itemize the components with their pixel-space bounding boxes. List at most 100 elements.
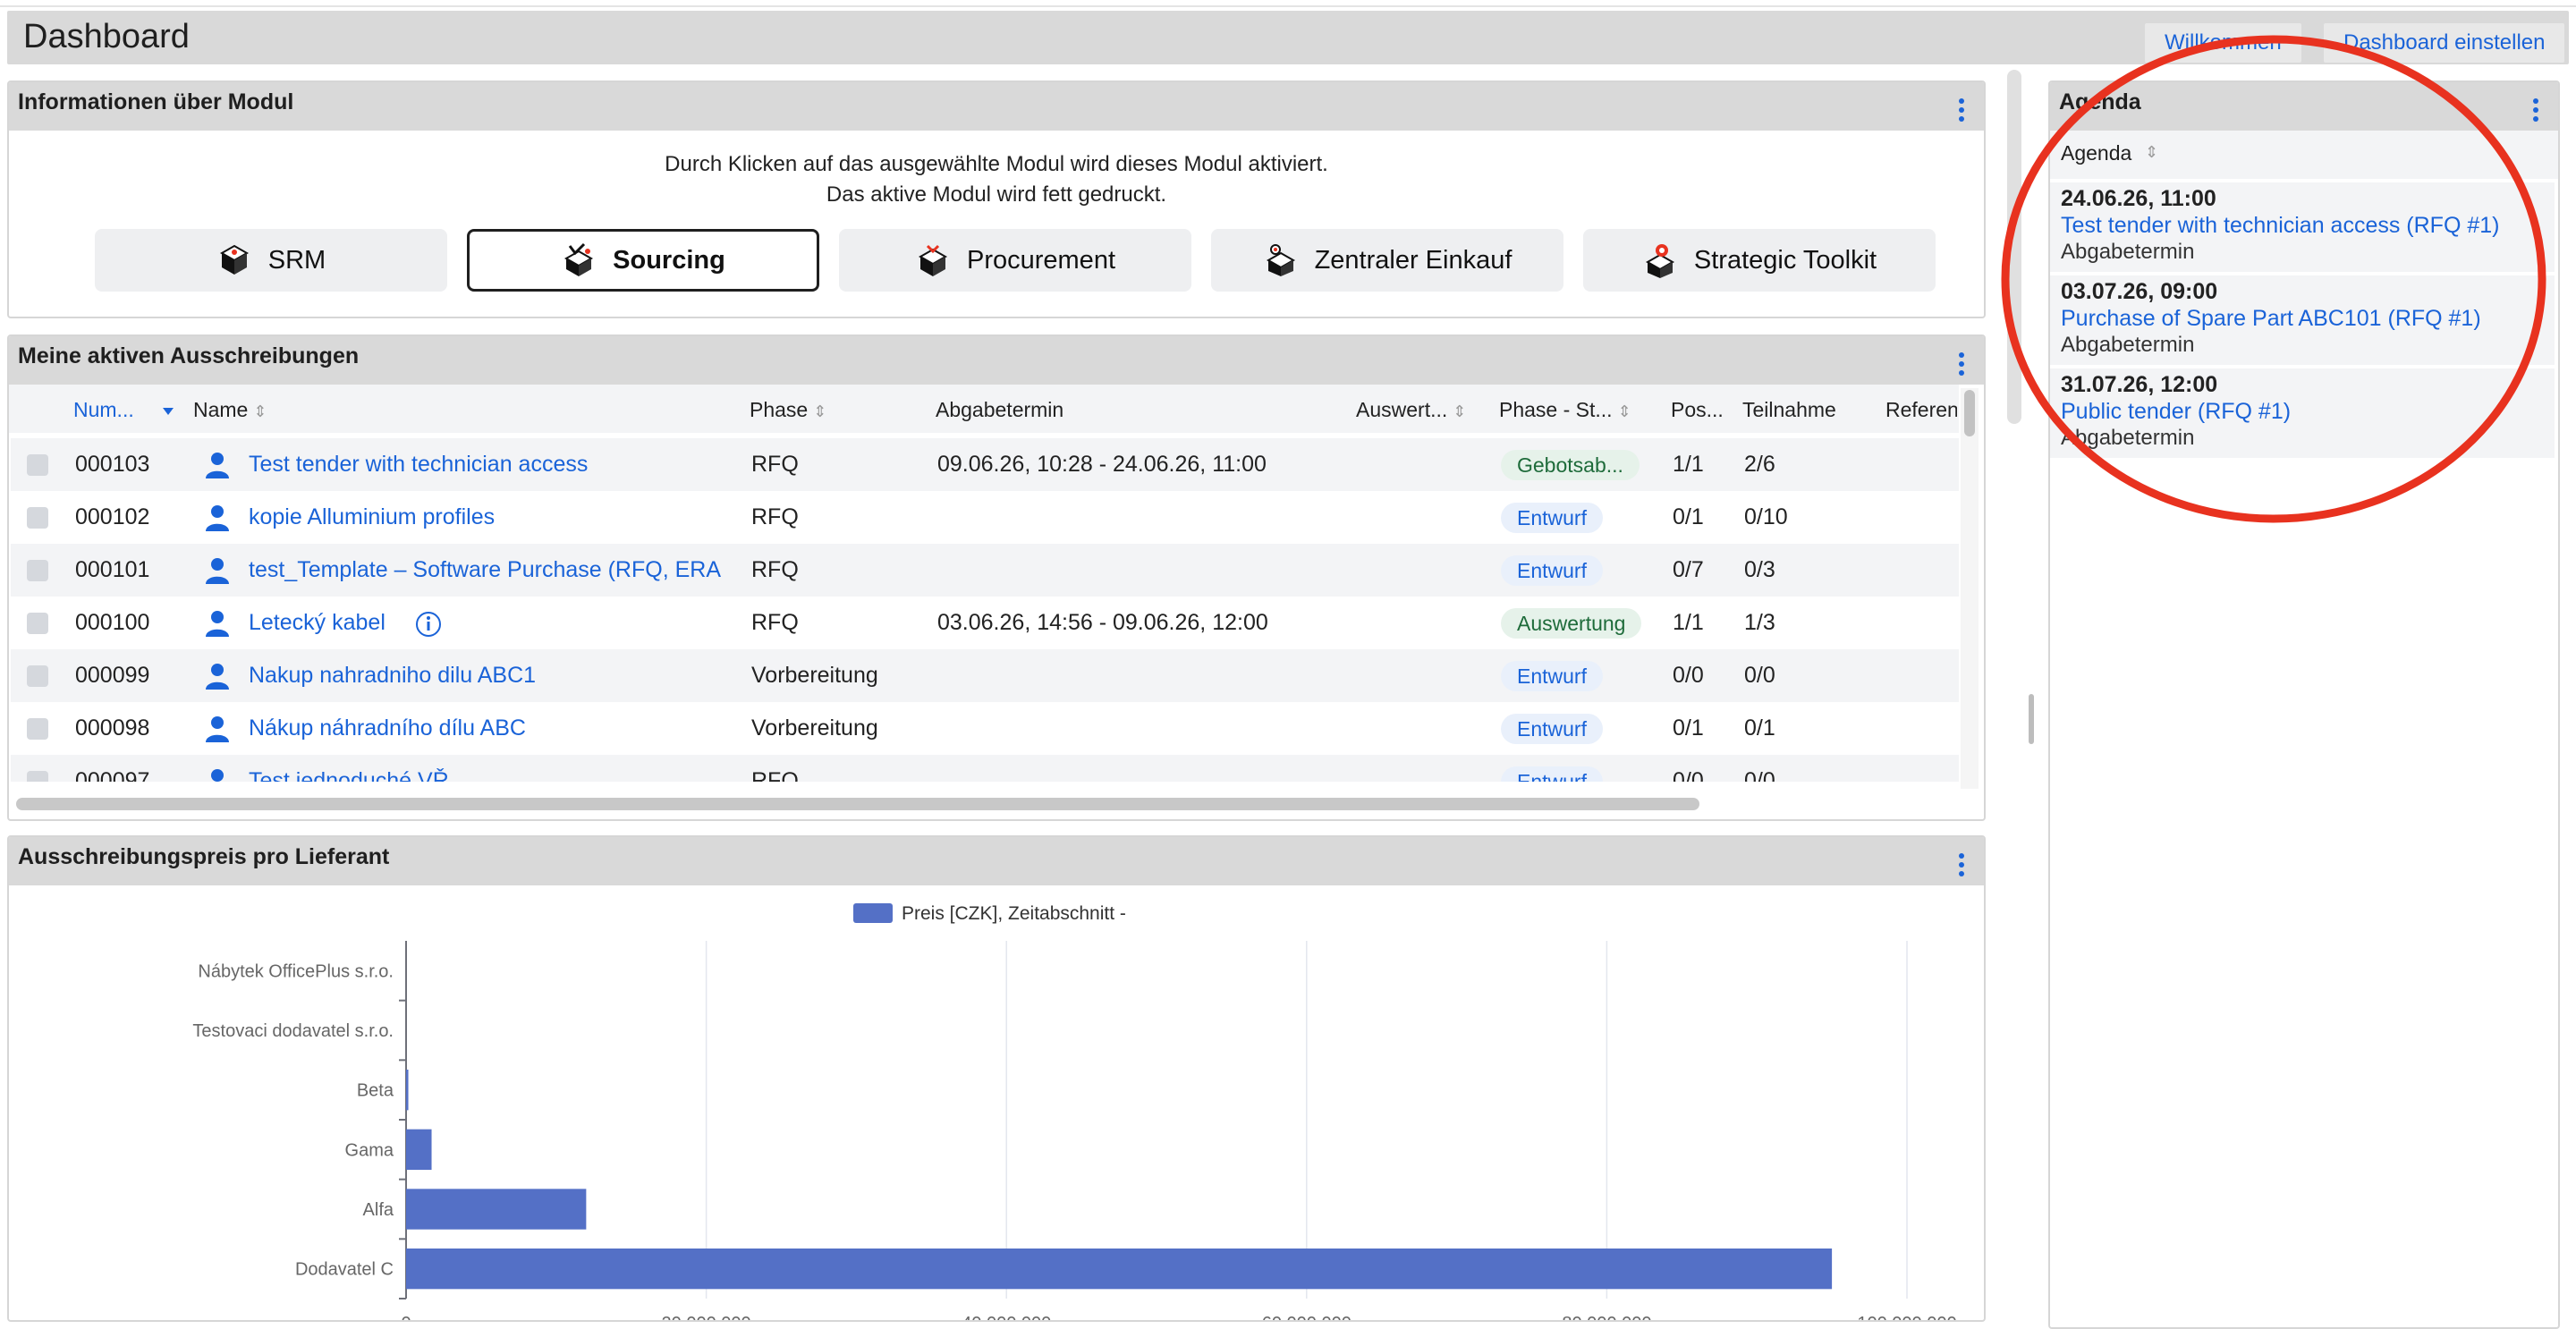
agenda-tender-link[interactable]: Test tender with technician access (RFQ … <box>2061 213 2499 239</box>
agenda-tender-link[interactable]: Purchase of Spare Part ABC101 (RFQ #1) <box>2061 306 2481 332</box>
table-row[interactable]: 000102 kopie Alluminium profiles RFQ Ent… <box>11 491 1959 544</box>
column-label: Num... <box>73 398 134 421</box>
row-participation: 0/0 <box>1744 663 1775 688</box>
tender-name-link[interactable]: Nákup náhradního dílu ABC <box>249 702 750 755</box>
panel-title: Meine aktiven Ausschreibungen <box>18 343 360 368</box>
module-button-sourcing[interactable]: Sourcing <box>467 229 819 292</box>
row-checkbox[interactable] <box>27 613 48 634</box>
x-tick-label: 0 <box>401 1314 411 1320</box>
row-checkbox[interactable] <box>27 560 48 581</box>
row-number: 000099 <box>75 663 150 688</box>
agenda-date: 31.07.26, 12:00 <box>2061 372 2218 397</box>
table-vertical-scrollbar[interactable] <box>1961 388 1979 789</box>
table-row[interactable]: 000099 Nakup nahradniho dilu ABC1 Vorber… <box>11 649 1959 702</box>
tender-name-link[interactable]: Nakup nahradniho dilu ABC1 <box>249 649 750 702</box>
row-positions: 0/7 <box>1673 557 1704 582</box>
status-badge: Entwurf <box>1501 661 1603 691</box>
panel-resize-handle[interactable] <box>2029 694 2034 744</box>
y-tick-label: Nábytek OfficePlus s.r.o. <box>198 961 394 981</box>
module-label: SRM <box>267 245 326 275</box>
kebab-menu-icon[interactable] <box>1959 98 1964 125</box>
table-row[interactable]: 000103 Test tender with technician acces… <box>11 438 1959 491</box>
x-tick-label: 40,000,000 <box>962 1314 1051 1320</box>
dashboard-settings-button[interactable]: Dashboard einstellen <box>2324 23 2565 63</box>
status-badge: Entwurf <box>1501 766 1603 782</box>
page-scrollbar-thumb[interactable] <box>2007 70 2021 424</box>
tender-name-link[interactable]: kopie Alluminium profiles <box>249 491 750 544</box>
row-participation: 2/6 <box>1744 452 1775 477</box>
kebab-menu-icon[interactable] <box>1959 853 1964 880</box>
bar[interactable] <box>406 1070 409 1111</box>
legend-swatch[interactable] <box>853 903 893 923</box>
row-participation: 0/0 <box>1744 768 1775 782</box>
column-header-deadline[interactable]: Abgabetermin <box>936 394 1132 426</box>
y-tick-label: Beta <box>357 1081 394 1101</box>
row-number: 000098 <box>75 715 150 741</box>
person-icon <box>206 716 229 742</box>
row-checkbox[interactable] <box>27 454 48 476</box>
row-checkbox[interactable] <box>27 718 48 740</box>
row-positions: 0/1 <box>1673 504 1704 529</box>
info-icon[interactable] <box>415 611 442 638</box>
agenda-column-header[interactable]: Agenda ⇕ <box>2050 131 2558 179</box>
sort-desc-icon <box>163 408 174 415</box>
column-header-reference[interactable]: Referenz <box>1885 394 1957 426</box>
table-row[interactable]: 000097 Test jednoduché VŘ RFQ Entwurf 0/… <box>11 755 1959 782</box>
module-button-central-purchasing[interactable]: Zentraler Einkauf <box>1211 229 1563 292</box>
row-participation: 1/3 <box>1744 610 1775 635</box>
agenda-tender-link[interactable]: Public tender (RFQ #1) <box>2061 399 2291 425</box>
table-row[interactable]: 000100 Letecký kabel RFQ 03.06.26, 14:56… <box>11 597 1959 649</box>
agenda-date: 24.06.26, 11:00 <box>2061 186 2216 211</box>
kebab-menu-icon[interactable] <box>2533 98 2538 125</box>
column-header-evaluation[interactable]: Auswert... ⇕ <box>1356 394 1496 426</box>
agenda-item: 03.07.26, 09:00 Purchase of Spare Part A… <box>2050 275 2555 365</box>
row-number: 000103 <box>75 452 150 477</box>
row-phase: RFQ <box>751 452 799 477</box>
top-divider <box>0 5 2576 7</box>
row-participation: 0/10 <box>1744 504 1788 529</box>
tender-name-link[interactable]: Letecký kabel <box>249 597 428 649</box>
tender-name-link[interactable]: test_Template – Software Purchase (RFQ, … <box>249 544 750 597</box>
legend-label[interactable]: Preis [CZK], Zeitabschnitt - <box>902 903 1126 924</box>
row-checkbox[interactable] <box>27 507 48 529</box>
sourcing-module-icon <box>564 242 594 276</box>
tender-name-link[interactable]: Test jednoduché VŘ <box>249 755 750 782</box>
bar[interactable] <box>406 1249 1833 1290</box>
row-phase: RFQ <box>751 557 799 582</box>
bar[interactable] <box>406 1129 432 1170</box>
module-button-srm[interactable]: SRM <box>95 229 447 292</box>
person-icon <box>211 769 224 782</box>
column-header-number[interactable]: Num... <box>73 394 154 426</box>
welcome-button[interactable]: Willkommen <box>2145 23 2301 63</box>
table-row[interactable]: 000101 test_Template – Software Purchase… <box>11 544 1959 597</box>
column-header-phase-status[interactable]: Phase - St... ⇕ <box>1499 394 1665 426</box>
column-label: Agenda <box>2061 141 2132 165</box>
bar[interactable] <box>406 1189 587 1230</box>
column-label: Pos... <box>1671 398 1724 421</box>
page-title: Dashboard <box>23 18 190 55</box>
scrollbar-thumb[interactable] <box>1964 390 1975 436</box>
table-horizontal-scrollbar[interactable] <box>16 798 1699 810</box>
srm-module-icon <box>219 244 249 275</box>
table-row[interactable]: 000098 Nákup náhradního dílu ABC Vorbere… <box>11 702 1959 755</box>
central-purchasing-module-icon <box>1266 244 1295 276</box>
row-checkbox[interactable] <box>27 771 48 782</box>
row-phase: RFQ <box>751 768 799 782</box>
module-button-procurement[interactable]: Procurement <box>839 229 1191 292</box>
column-header-phase[interactable]: Phase ⇕ <box>750 394 848 426</box>
module-button-strategic-toolkit[interactable]: Strategic Toolkit <box>1583 229 1936 292</box>
row-positions: 0/0 <box>1673 663 1704 688</box>
column-label: Name <box>193 398 249 421</box>
tender-name-link[interactable]: Test tender with technician access <box>249 438 750 491</box>
column-header-participation[interactable]: Teilnahme <box>1742 394 1850 426</box>
person-icon <box>206 453 229 478</box>
kebab-menu-icon[interactable] <box>1959 352 1964 379</box>
row-checkbox[interactable] <box>27 665 48 687</box>
row-number: 000101 <box>75 557 150 582</box>
column-header-positions[interactable]: Pos... <box>1671 394 1733 426</box>
panel-header: Meine aktiven Ausschreibungen <box>9 336 1984 385</box>
column-label: Auswert... <box>1356 398 1448 421</box>
row-deadline: 03.06.26, 14:56 - 09.06.26, 12:00 <box>937 610 1268 635</box>
column-header-name[interactable]: Name ⇕ <box>193 394 292 426</box>
row-participation: 0/3 <box>1744 557 1775 582</box>
